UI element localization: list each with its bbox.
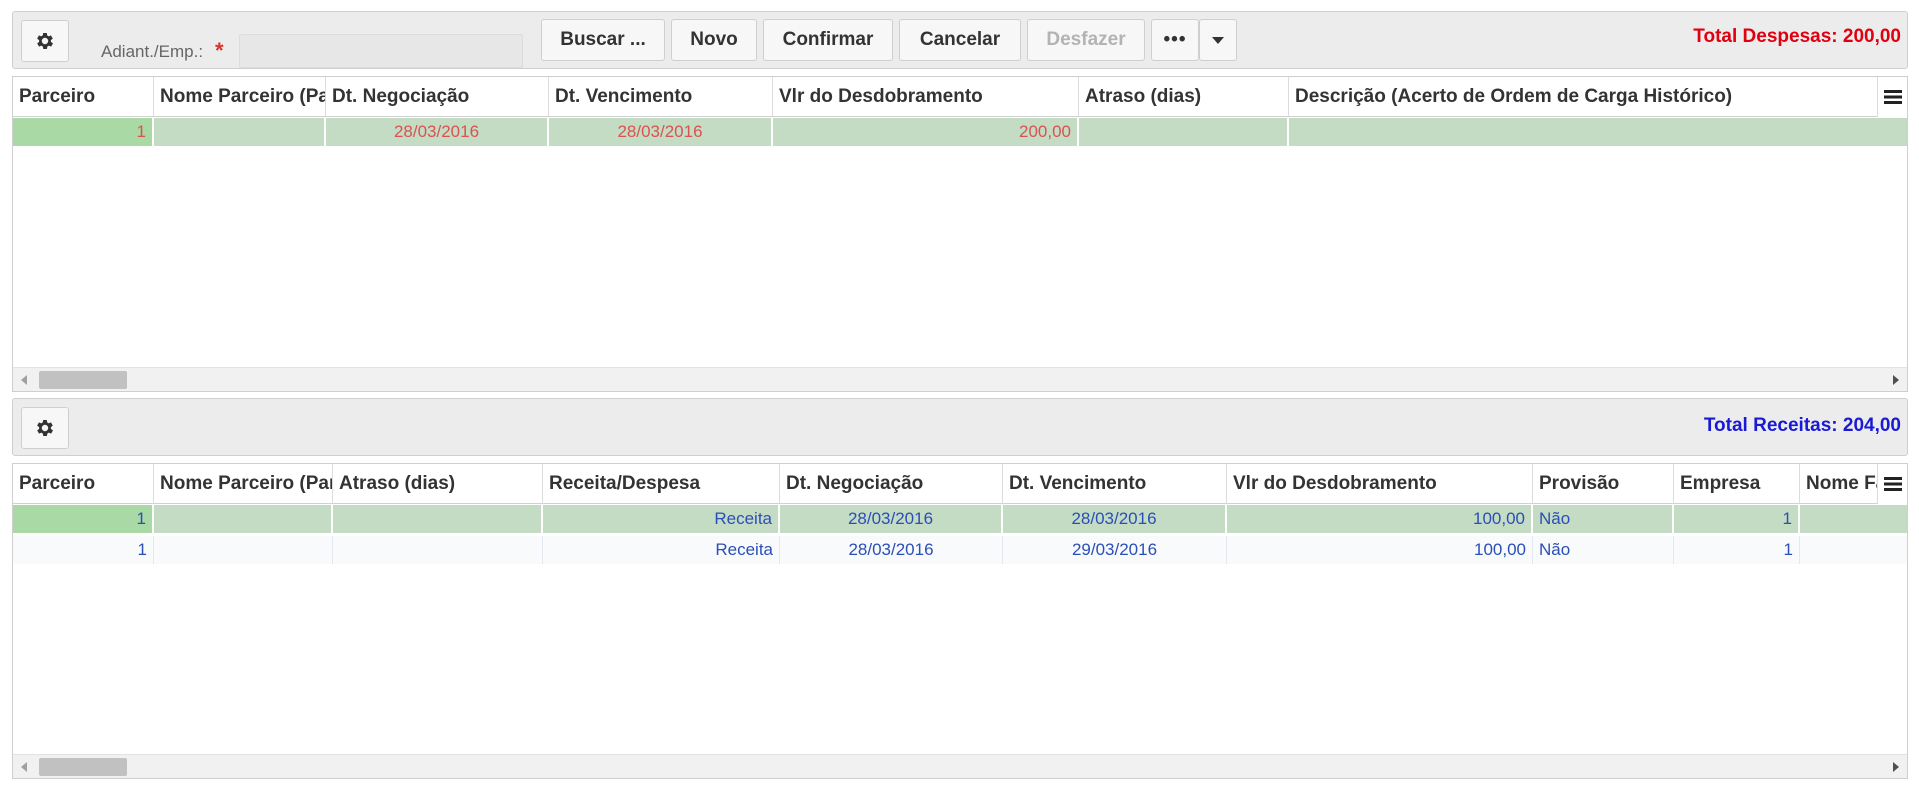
desfazer-button[interactable]: Desfazer xyxy=(1027,19,1145,61)
cell-parceiro: 1 xyxy=(13,118,154,146)
col-empresa[interactable]: Empresa xyxy=(1674,464,1800,504)
cell-vlr-desdobramento: 100,00 xyxy=(1227,505,1533,533)
cell-parceiro: 1 xyxy=(13,536,154,564)
horizontal-scrollbar[interactable] xyxy=(13,367,1907,391)
cell-descricao xyxy=(1289,118,1907,146)
cell-receita-despesa: Receita xyxy=(543,536,780,564)
cell-nome-parceiro xyxy=(154,536,333,564)
cell-vlr-desdobramento: 100,00 xyxy=(1227,536,1533,564)
novo-button[interactable]: Novo xyxy=(671,19,757,61)
col-receita-despesa[interactable]: Receita/Despesa xyxy=(543,464,780,504)
total-receitas: Total Receitas: 204,00 xyxy=(1703,415,1901,436)
total-despesas: Total Despesas: 200,00 xyxy=(1693,26,1901,47)
column-menu-button[interactable] xyxy=(1877,464,1907,504)
cell-dt-vencimento: 28/03/2016 xyxy=(1003,505,1227,533)
table-row[interactable]: 1 28/03/2016 28/03/2016 200,00 xyxy=(13,118,1907,146)
more-actions-button[interactable]: ••• xyxy=(1151,19,1199,61)
col-vlr-desdobramento[interactable]: Vlr do Desdobramento xyxy=(1227,464,1533,504)
cell-dt-vencimento: 28/03/2016 xyxy=(549,118,773,146)
menu-icon xyxy=(1883,90,1902,104)
col-dt-vencimento[interactable]: Dt. Vencimento xyxy=(1003,464,1227,504)
cell-empresa: 1 xyxy=(1674,505,1800,533)
col-vlr-desdobramento[interactable]: Vlr do Desdobramento xyxy=(773,77,1079,117)
cell-provisao: Não xyxy=(1533,536,1674,564)
col-dt-negociacao[interactable]: Dt. Negociação xyxy=(780,464,1003,504)
confirmar-button[interactable]: Confirmar xyxy=(763,19,893,61)
cancelar-button[interactable]: Cancelar xyxy=(899,19,1021,61)
table-row[interactable]: 1 Receita 28/03/2016 29/03/2016 100,00 N… xyxy=(13,536,1907,564)
despesas-grid: Parceiro Nome Parceiro (Parceiro) Dt. Ne… xyxy=(12,76,1908,392)
adiant-emp-input[interactable] xyxy=(239,34,523,68)
cell-nome-fantasia xyxy=(1800,536,1907,564)
table-row[interactable]: 1 Receita 28/03/2016 28/03/2016 100,00 N… xyxy=(13,505,1907,533)
cell-dt-vencimento: 29/03/2016 xyxy=(1003,536,1227,564)
more-actions-dropdown[interactable] xyxy=(1199,19,1237,61)
cell-atraso xyxy=(333,536,543,564)
adiant-emp-label: Adiant./Emp.: xyxy=(101,42,204,61)
scrollbar-thumb[interactable] xyxy=(39,758,127,776)
gear-icon xyxy=(37,420,53,436)
cell-atraso xyxy=(1079,118,1289,146)
cell-empresa: 1 xyxy=(1674,536,1800,564)
col-nome-fantasia[interactable]: Nome Fantasia xyxy=(1800,464,1880,504)
scroll-left-icon[interactable] xyxy=(21,375,27,385)
cell-nome-fantasia xyxy=(1800,505,1907,533)
cell-nome-parceiro xyxy=(154,118,326,146)
cell-receita-despesa: Receita xyxy=(543,505,780,533)
cell-vlr-desdobramento: 200,00 xyxy=(773,118,1079,146)
cell-provisao: Não xyxy=(1533,505,1674,533)
menu-icon xyxy=(1883,477,1902,491)
col-atraso[interactable]: Atraso (dias) xyxy=(1079,77,1289,117)
col-atraso[interactable]: Atraso (dias) xyxy=(333,464,543,504)
col-parceiro[interactable]: Parceiro xyxy=(13,77,154,117)
col-nome-parceiro[interactable]: Nome Parceiro (Parceiro) xyxy=(154,77,326,117)
app-window: Adiant./Emp.: * Buscar ... Novo Confirma… xyxy=(0,0,1919,788)
cell-parceiro: 1 xyxy=(13,505,154,533)
buscar-button[interactable]: Buscar ... xyxy=(541,19,665,61)
required-mark: * xyxy=(215,38,224,63)
scroll-right-icon[interactable] xyxy=(1893,762,1899,772)
column-menu-button[interactable] xyxy=(1877,77,1907,117)
cell-dt-negociacao: 28/03/2016 xyxy=(780,536,1003,564)
cell-dt-negociacao: 28/03/2016 xyxy=(326,118,549,146)
receitas-toolbar: Total Receitas: 204,00 xyxy=(12,398,1908,456)
cell-atraso xyxy=(333,505,543,533)
horizontal-scrollbar[interactable] xyxy=(13,754,1907,778)
scroll-right-icon[interactable] xyxy=(1893,375,1899,385)
col-descricao[interactable]: Descrição (Acerto de Ordem de Carga Hist… xyxy=(1289,77,1879,117)
scrollbar-thumb[interactable] xyxy=(39,371,127,389)
receitas-grid: Parceiro Nome Parceiro (Parceiro) Atraso… xyxy=(12,463,1908,779)
cell-dt-negociacao: 28/03/2016 xyxy=(780,505,1003,533)
cell-nome-parceiro xyxy=(154,505,333,533)
chevron-down-icon xyxy=(1212,36,1224,44)
settings-button[interactable] xyxy=(21,20,69,62)
grid-header: Parceiro Nome Parceiro (Parceiro) Atraso… xyxy=(13,464,1907,504)
grid-header: Parceiro Nome Parceiro (Parceiro) Dt. Ne… xyxy=(13,77,1907,117)
col-dt-vencimento[interactable]: Dt. Vencimento xyxy=(549,77,773,117)
col-parceiro[interactable]: Parceiro xyxy=(13,464,154,504)
col-dt-negociacao[interactable]: Dt. Negociação xyxy=(326,77,549,117)
col-provisao[interactable]: Provisão xyxy=(1533,464,1674,504)
col-nome-parceiro[interactable]: Nome Parceiro (Parceiro) xyxy=(154,464,333,504)
settings-button[interactable] xyxy=(21,407,69,449)
gear-icon xyxy=(37,33,53,49)
scroll-left-icon[interactable] xyxy=(21,762,27,772)
despesas-toolbar: Adiant./Emp.: * Buscar ... Novo Confirma… xyxy=(12,11,1908,69)
